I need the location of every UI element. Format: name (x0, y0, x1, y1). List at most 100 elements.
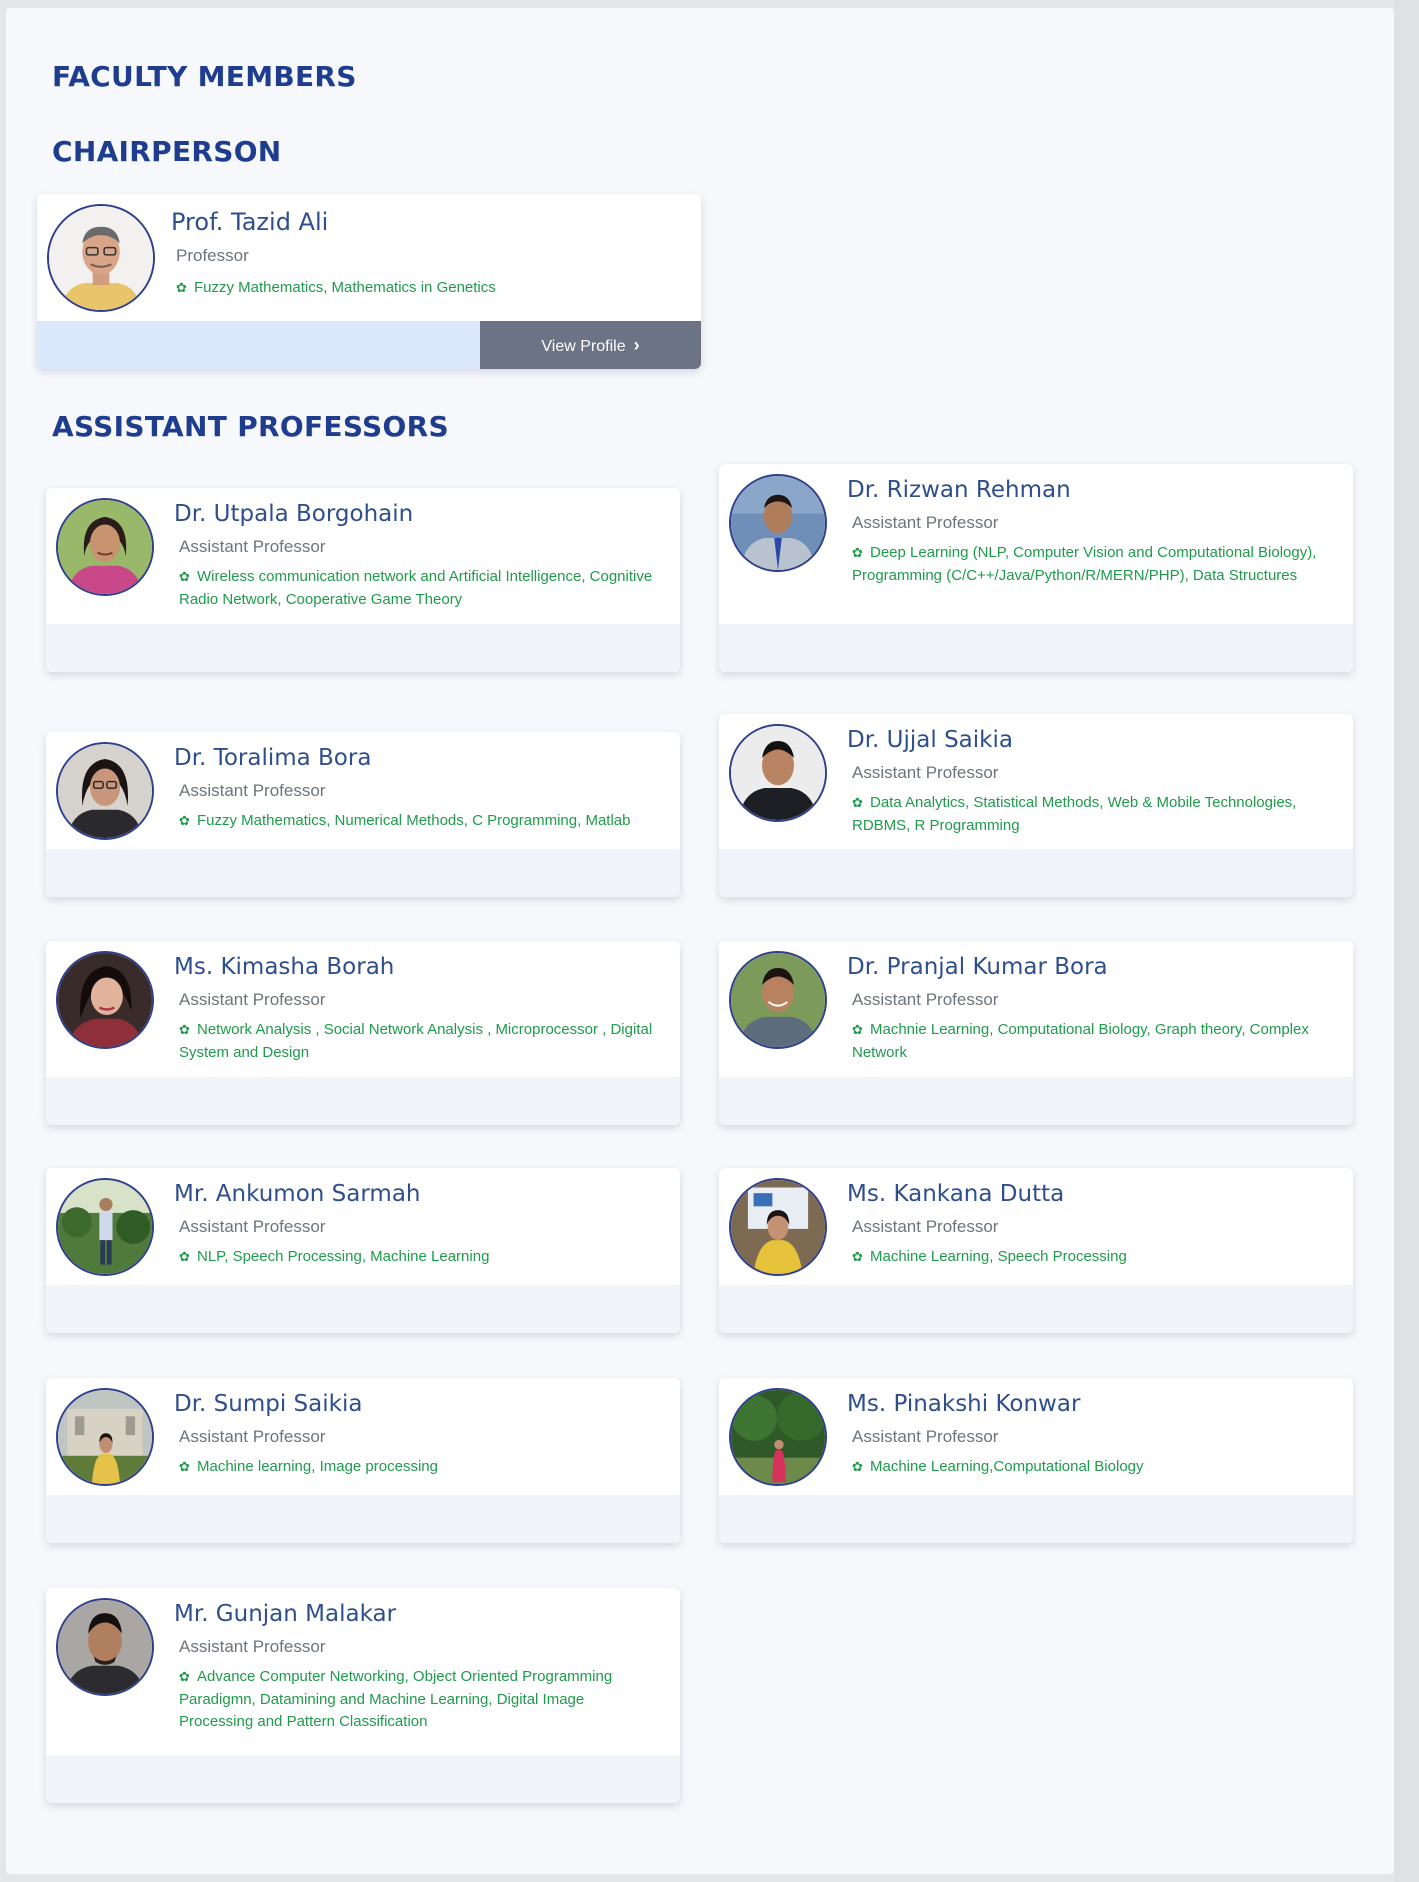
chairperson-heading: CHAIRPERSON (52, 135, 282, 168)
card-footer (46, 1285, 680, 1333)
avatar (56, 1178, 154, 1276)
faculty-name: Dr. Pranjal Kumar Bora (847, 954, 1108, 980)
gear-icon: ✿ (176, 280, 187, 295)
chairperson-card: Prof. Tazid Ali Professor ✿ Fuzzy Mathema… (37, 194, 701, 369)
assistant-professors-heading: ASSISTANT PROFESSORS (52, 410, 449, 443)
faculty-role: Assistant Professor (179, 537, 326, 556)
faculty-name: Dr. Ujjal Saikia (847, 727, 1013, 753)
faculty-role: Assistant Professor (852, 1427, 999, 1446)
faculty-specialization: ✿ Machine Learning,Computational Biology (852, 1456, 1332, 1479)
avatar (729, 1178, 827, 1276)
specialization-text: Advance Computer Networking, Object Orie… (179, 1668, 613, 1730)
faculty-name: Dr. Toralima Bora (174, 745, 372, 771)
avatar (56, 498, 154, 596)
faculty-role: Assistant Professor (179, 990, 326, 1009)
faculty-name: Mr. Gunjan Malakar (174, 1601, 397, 1627)
view-profile-button[interactable]: View Profile › (480, 321, 701, 369)
faculty-specialization: ✿ Machine Learning, Speech Processing (852, 1246, 1332, 1269)
faculty-name: Ms. Pinakshi Konwar (847, 1391, 1081, 1417)
avatar (729, 1388, 827, 1486)
faculty-name: Ms. Kankana Dutta (847, 1181, 1065, 1207)
specialization-text: Wireless communication network and Artif… (179, 568, 653, 608)
card-footer (719, 1285, 1353, 1333)
avatar (729, 474, 827, 572)
card-footer (46, 849, 680, 897)
faculty-card: Dr. Pranjal Kumar Bora Assistant Profess… (719, 941, 1353, 1125)
faculty-role: Assistant Professor (852, 990, 999, 1009)
faculty-card: Ms. Kimasha Borah Assistant Professor ✿ N… (46, 941, 680, 1125)
chairperson-role: Professor (176, 246, 249, 265)
gear-icon: ✿ (179, 1669, 190, 1684)
faculty-role: Assistant Professor (852, 763, 999, 782)
faculty-specialization: ✿ Machine learning, Image processing (179, 1456, 659, 1479)
card-footer (46, 1495, 680, 1543)
faculty-card: Dr. Sumpi Saikia Assistant Professor ✿ Ma… (46, 1378, 680, 1543)
chairperson-name: Prof. Tazid Ali (171, 208, 329, 236)
faculty-card: Ms. Kankana Dutta Assistant Professor ✿ M… (719, 1168, 1353, 1333)
gear-icon: ✿ (179, 1459, 190, 1474)
faculty-card: Ms. Pinakshi Konwar Assistant Professor … (719, 1378, 1353, 1543)
specialization-text: Machine Learning,Computational Biology (870, 1458, 1144, 1475)
gear-icon: ✿ (179, 1022, 190, 1037)
avatar (729, 724, 827, 822)
avatar (56, 951, 154, 1049)
faculty-name: Dr. Sumpi Saikia (174, 1391, 363, 1417)
faculty-specialization: ✿ Wireless communication network and Arti… (179, 566, 659, 611)
card-footer (719, 1077, 1353, 1125)
faculty-card: Dr. Rizwan Rehman Assistant Professor ✿ D… (719, 464, 1353, 672)
specialization-text: Deep Learning (NLP, Computer Vision and … (852, 544, 1317, 584)
faculty-specialization: ✿ NLP, Speech Processing, Machine Learnin… (179, 1246, 659, 1269)
faculty-specialization: ✿ Machnie Learning, Computational Biology… (852, 1019, 1332, 1064)
specialization-text: NLP, Speech Processing, Machine Learning (197, 1248, 490, 1265)
faculty-page: FACULTY MEMBERS CHAIRPERSON Prof. Tazid … (6, 8, 1394, 1874)
faculty-specialization: ✿ Deep Learning (NLP, Computer Vision and… (852, 542, 1332, 587)
faculty-role: Assistant Professor (179, 1637, 326, 1656)
faculty-role: Assistant Professor (179, 781, 326, 800)
faculty-name: Dr. Utpala Borgohain (174, 501, 414, 527)
faculty-specialization: ✿ Data Analytics, Statistical Methods, We… (852, 792, 1332, 837)
avatar (56, 742, 154, 840)
faculty-specialization: ✿ Fuzzy Mathematics, Numerical Methods, C… (179, 810, 659, 833)
specialization-text: Fuzzy Mathematics, Mathematics in Geneti… (194, 279, 496, 296)
faculty-card: Dr. Utpala Borgohain Assistant Professor… (46, 488, 680, 672)
card-footer (719, 624, 1353, 672)
specialization-text: Network Analysis , Social Network Analys… (179, 1021, 653, 1061)
faculty-card: Mr. Gunjan Malakar Assistant Professor ✿… (46, 1588, 680, 1803)
faculty-role: Assistant Professor (179, 1427, 326, 1446)
gear-icon: ✿ (852, 1022, 863, 1037)
avatar (56, 1388, 154, 1486)
gear-icon: ✿ (179, 813, 190, 828)
gear-icon: ✿ (852, 545, 863, 560)
chairperson-specialization: ✿ Fuzzy Mathematics, Mathematics in Genet… (176, 277, 496, 300)
faculty-name: Ms. Kimasha Borah (174, 954, 395, 980)
faculty-role: Assistant Professor (179, 1217, 326, 1236)
gear-icon: ✿ (852, 1249, 863, 1264)
gear-icon: ✿ (852, 795, 863, 810)
faculty-role: Assistant Professor (852, 1217, 999, 1236)
faculty-card: Mr. Ankumon Sarmah Assistant Professor ✿… (46, 1168, 680, 1333)
page-title: FACULTY MEMBERS (52, 60, 357, 93)
card-footer (719, 1495, 1353, 1543)
gear-icon: ✿ (179, 1249, 190, 1264)
faculty-name: Mr. Ankumon Sarmah (174, 1181, 421, 1207)
avatar (56, 1598, 154, 1696)
card-footer (46, 624, 680, 672)
faculty-card: Dr. Ujjal Saikia Assistant Professor ✿ Da… (719, 714, 1353, 897)
faculty-card: Dr. Toralima Bora Assistant Professor ✿ F… (46, 732, 680, 897)
avatar (47, 204, 155, 312)
card-footer (46, 1755, 680, 1803)
card-footer (46, 1077, 680, 1125)
faculty-name: Dr. Rizwan Rehman (847, 477, 1071, 503)
card-footer (719, 849, 1353, 897)
faculty-specialization: ✿ Network Analysis , Social Network Analy… (179, 1019, 659, 1064)
specialization-text: Data Analytics, Statistical Methods, Web… (852, 794, 1297, 834)
gear-icon: ✿ (179, 569, 190, 584)
specialization-text: Machnie Learning, Computational Biology,… (852, 1021, 1309, 1061)
chevron-right-icon: › (633, 335, 640, 355)
faculty-role: Assistant Professor (852, 513, 999, 532)
faculty-specialization: ✿ Advance Computer Networking, Object Ori… (179, 1666, 659, 1734)
gear-icon: ✿ (852, 1459, 863, 1474)
specialization-text: Fuzzy Mathematics, Numerical Methods, C … (197, 812, 631, 829)
view-profile-label: View Profile (541, 338, 626, 355)
avatar (729, 951, 827, 1049)
